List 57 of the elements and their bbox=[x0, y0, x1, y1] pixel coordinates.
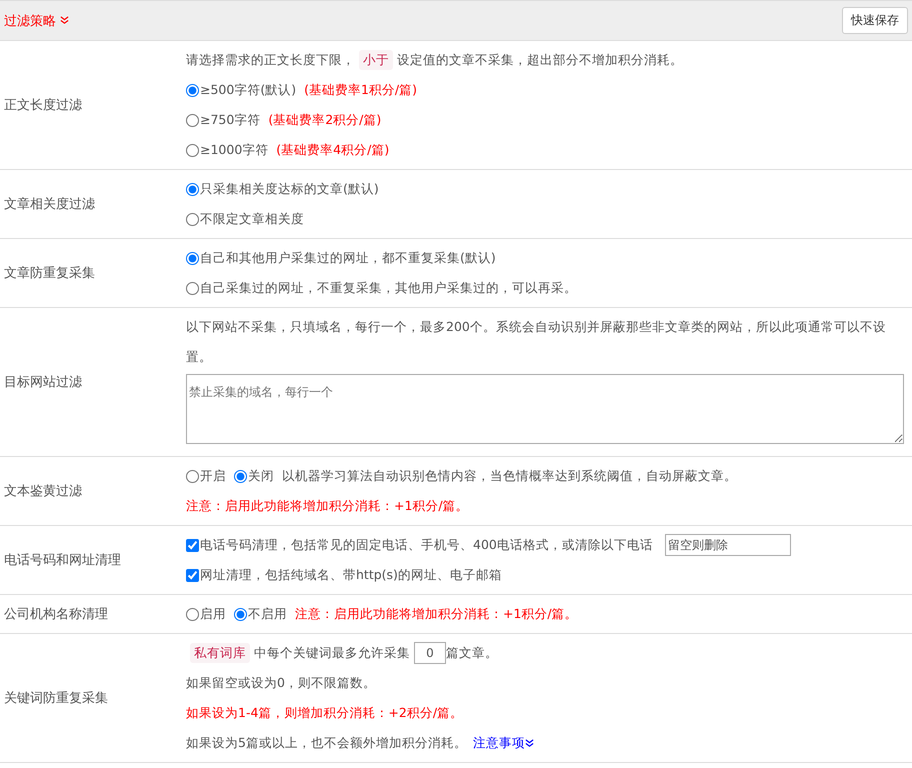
description-text: 如果留空或设为0，则不限篇数。 bbox=[186, 674, 376, 692]
description-text: 设定值的文章不采集，超出部分不增加积分消耗。 bbox=[397, 51, 683, 69]
radio-button[interactable] bbox=[186, 84, 199, 96]
row-label: 公司机构名称清理 bbox=[3, 606, 109, 623]
description-text: 中每个关键词最多允许采集 bbox=[254, 644, 410, 662]
radio-button[interactable] bbox=[234, 470, 247, 482]
highlight-tag: 私有词库 bbox=[190, 643, 250, 663]
option-label: 不限定文章相关度 bbox=[200, 210, 304, 228]
warning-text: (基础费率4积分/篇) bbox=[276, 141, 390, 159]
option-label: 开启 bbox=[200, 467, 226, 485]
option-label: 启用 bbox=[200, 605, 226, 623]
radio-button[interactable] bbox=[186, 608, 199, 620]
domain-textarea[interactable]: 禁止采集的域名，每行一个 bbox=[186, 374, 904, 444]
row-label: 文章相关度过滤 bbox=[3, 196, 96, 213]
radio-button[interactable] bbox=[186, 182, 199, 196]
row-label: 文本鉴黄过滤 bbox=[3, 483, 83, 500]
option-label: 网址清理，包括纯域名、带http(s)的网址、电子邮箱 bbox=[200, 566, 502, 584]
text-field[interactable]: 留空则删除 bbox=[664, 534, 791, 556]
number-field[interactable]: 0 bbox=[414, 642, 446, 664]
description-text: 篇文章。 bbox=[446, 644, 498, 662]
row-label: 电话号码和网址清理 bbox=[3, 552, 122, 569]
row-label: 正文长度过滤 bbox=[3, 97, 83, 114]
radio-button[interactable] bbox=[186, 470, 199, 482]
description-text: 以下网站不采集，只填域名，每行一个，最多200个。系统会自动识别并屏蔽那些非文章类的网站，所以此项通常可以不设置。 bbox=[186, 318, 887, 366]
description-text: 以机器学习算法自动识别色情内容，当色情概率达到系统阈值，自动屏蔽文章。 bbox=[282, 467, 737, 485]
highlight-tag: 小于 bbox=[359, 50, 393, 70]
quick-save-button[interactable]: 快速保存 bbox=[842, 7, 908, 34]
option-label: 自己和其他用户采集过的网址，都不重复采集(默认) bbox=[200, 249, 496, 267]
checkbox[interactable] bbox=[186, 538, 199, 552]
option-label: 电话号码清理，包括常见的固定电话、手机号、400电话格式，或清除以下电话 bbox=[200, 536, 653, 554]
option-label: 只采集相关度达标的文章(默认) bbox=[200, 180, 379, 198]
double-chevron-icon bbox=[60, 16, 69, 25]
option-label: ≥750字符 bbox=[200, 111, 260, 129]
option-label: 不启用 bbox=[248, 605, 287, 623]
option-label: 关闭 bbox=[248, 467, 274, 485]
option-label: ≥500字符(默认) bbox=[200, 81, 296, 99]
checkbox[interactable] bbox=[186, 568, 199, 582]
row-label: 文章防重复采集 bbox=[3, 265, 96, 282]
warning-text: (基础费率1积分/篇) bbox=[304, 81, 418, 99]
row-label: 关键词防重复采集 bbox=[3, 690, 109, 707]
option-label: 自己采集过的网址，不重复采集，其他用户采集过的，可以再采。 bbox=[200, 279, 577, 297]
description-text: 请选择需求的正文长度下限， bbox=[186, 51, 355, 69]
warning-text: 注意：启用此功能将增加积分消耗：+1积分/篇。 bbox=[295, 605, 578, 623]
warning-text: 如果设为1-4篇，则增加积分消耗：+2积分/篇。 bbox=[186, 704, 464, 722]
radio-button[interactable] bbox=[186, 212, 199, 226]
radio-button[interactable] bbox=[186, 282, 199, 294]
radio-button[interactable] bbox=[186, 144, 199, 156]
double-chevron-icon bbox=[524, 738, 534, 748]
warning-text: 注意：启用此功能将增加积分消耗：+1积分/篇。 bbox=[186, 497, 469, 515]
radio-button[interactable] bbox=[234, 608, 247, 620]
notes-link[interactable]: 注意事项 bbox=[472, 728, 534, 758]
row-label: 目标网站过滤 bbox=[3, 374, 83, 391]
radio-button[interactable] bbox=[186, 252, 199, 264]
radio-button[interactable] bbox=[186, 114, 199, 126]
warning-text: (基础费率2积分/篇) bbox=[268, 111, 382, 129]
option-label: ≥1000字符 bbox=[200, 141, 268, 159]
description-text: 如果设为5篇或以上，也不会额外增加积分消耗。 bbox=[186, 734, 467, 752]
